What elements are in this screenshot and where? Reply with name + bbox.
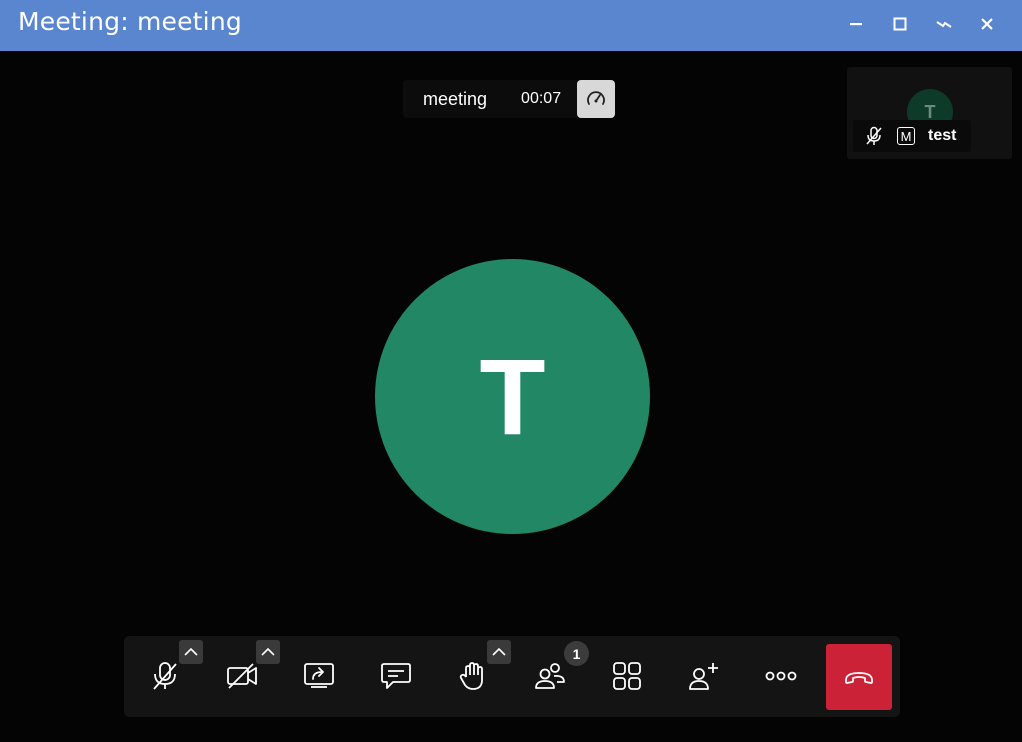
tile-view-button[interactable] [595, 644, 659, 708]
chat-button[interactable] [364, 644, 428, 708]
minimize-button[interactable] [840, 8, 872, 40]
hangup-button[interactable] [826, 644, 892, 710]
mic-muted-icon [866, 126, 882, 145]
chevron-up-icon [261, 647, 275, 656]
microphone-options-button[interactable] [179, 640, 203, 664]
restore-icon [936, 21, 952, 28]
reactions-options-button[interactable] [487, 640, 511, 664]
camera-off-icon [227, 663, 257, 689]
restore-button[interactable] [928, 8, 960, 40]
close-button[interactable] [971, 8, 1003, 40]
add-person-icon [689, 663, 718, 690]
avatar-initial: T [479, 335, 546, 457]
invite-button[interactable] [672, 644, 736, 708]
meeting-name: meeting [423, 88, 488, 109]
tile-view-icon [613, 662, 641, 690]
participants-count-badge: 1 [564, 641, 589, 666]
connection-stats-button[interactable] [577, 80, 616, 118]
main-participant-avatar: T [375, 259, 650, 534]
maximize-icon [893, 17, 907, 31]
hand-icon [459, 662, 483, 690]
meeting-info-bar: meeting 00:07 [403, 80, 616, 118]
window-title: Meeting: meeting [18, 7, 242, 36]
self-view-thumbnail[interactable]: T M test [847, 67, 1012, 159]
participant-name: test [928, 127, 957, 144]
participants-icon [535, 663, 565, 689]
chevron-up-icon [184, 647, 198, 656]
meeting-info: meeting 00:07 [403, 80, 578, 118]
camera-options-button[interactable] [256, 640, 280, 664]
minimize-icon [850, 23, 862, 26]
maximize-button[interactable] [884, 8, 916, 40]
participant-label: M test [853, 120, 971, 152]
moderator-badge: M [897, 127, 915, 145]
more-button[interactable] [749, 644, 813, 708]
speedometer-icon [587, 91, 605, 105]
screen-share-button[interactable] [287, 644, 351, 708]
more-icon [765, 671, 797, 681]
chevron-up-icon [492, 647, 506, 656]
chat-icon [381, 663, 411, 689]
meeting-timer: 00:07 [521, 90, 562, 107]
hangup-icon [845, 672, 873, 684]
screen-share-icon [304, 663, 334, 688]
title-bar: Meeting: meeting [0, 0, 1022, 51]
mic-muted-icon [153, 662, 177, 690]
meeting-toolbar [124, 636, 900, 717]
close-icon [981, 18, 993, 30]
